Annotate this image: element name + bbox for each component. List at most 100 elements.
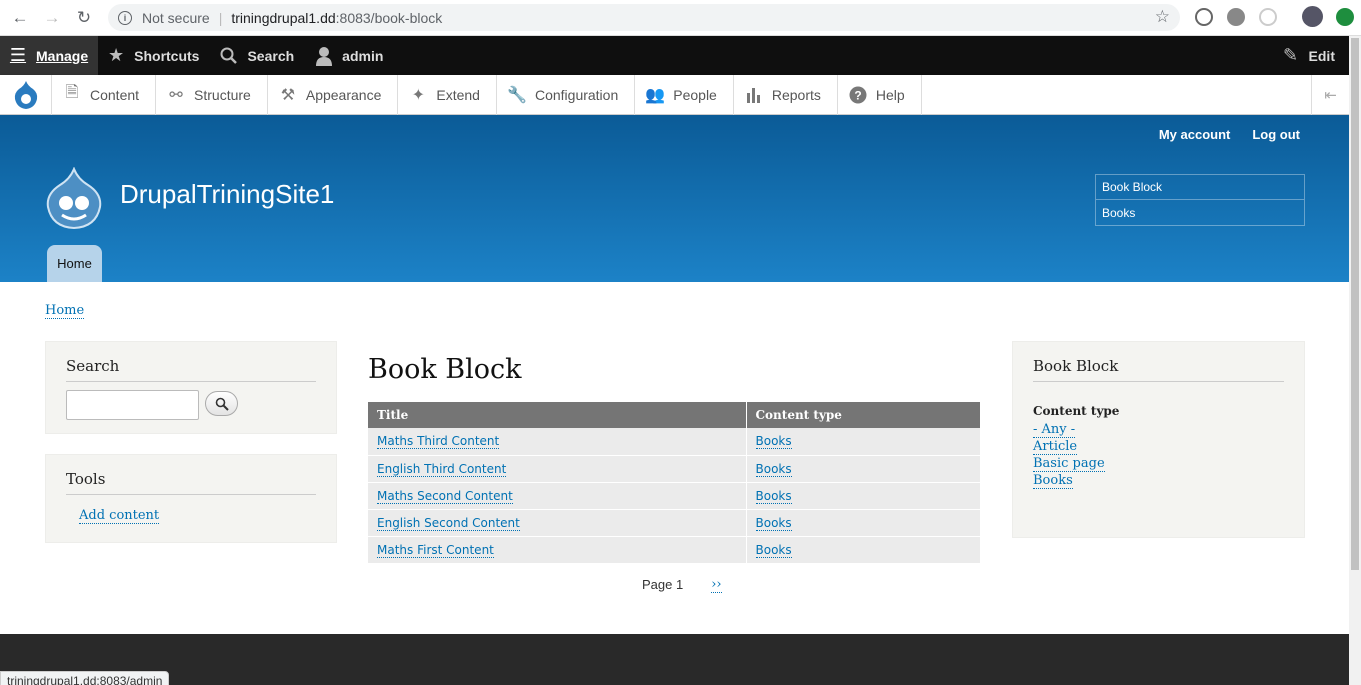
facet-option-article[interactable]: Article (1033, 439, 1078, 455)
search-block: Search (45, 341, 337, 434)
people-icon: 👥 (645, 86, 666, 104)
collapse-toolbar-icon[interactable]: ⇤ (1311, 75, 1349, 115)
facet-option-basic-page[interactable]: Basic page (1033, 456, 1105, 472)
extension-icon[interactable] (1259, 8, 1277, 26)
svg-text:?: ? (854, 88, 861, 102)
tray-item-label: Appearance (305, 86, 382, 103)
pager-current: Page 1 (642, 577, 684, 592)
tray-item-people[interactable]: 👥 People (635, 74, 734, 115)
star-icon: ★ (108, 45, 125, 65)
tray-item-extend[interactable]: ✦ Extend (398, 74, 497, 115)
toolbar-edit[interactable]: ✎ Edit (1281, 36, 1335, 75)
tray-item-label: Content (90, 86, 140, 103)
tray-item-configuration[interactable]: 🔧 Configuration (497, 74, 636, 115)
column-header-title[interactable]: Title (368, 402, 747, 428)
table-row: English Third Content Books (368, 455, 981, 483)
tab-home[interactable]: Home (47, 245, 102, 282)
drupal-logo-icon[interactable] (0, 74, 52, 115)
facet-list: - Any - Article Basic page Books (1033, 421, 1105, 489)
bookmark-star-icon[interactable]: ☆ (1155, 7, 1170, 27)
search-icon (219, 46, 239, 66)
url-separator: | (218, 9, 223, 26)
toolbar-shortcuts[interactable]: ★ Shortcuts (98, 36, 211, 75)
toolbar-shortcuts-label: Shortcuts (134, 47, 200, 64)
content-type-link[interactable]: Books (755, 488, 792, 504)
site-header: My account Log out DrupalTriningSite1 Bo… (0, 115, 1349, 282)
facet-option-books[interactable]: Books (1033, 473, 1073, 489)
pager-next-link[interactable]: ›› (711, 577, 722, 593)
list-item: Books (1033, 472, 1105, 489)
tray-item-structure[interactable]: ⚯ Structure (156, 74, 268, 115)
update-icon[interactable] (1336, 8, 1354, 26)
avatar[interactable] (1302, 6, 1323, 27)
url-text[interactable]: triningdrupal1.dd:8083/book-block (231, 10, 442, 26)
bar-chart-icon (744, 85, 764, 105)
scrollbar[interactable] (1349, 36, 1361, 685)
site-footer (0, 634, 1349, 685)
extension-icon[interactable] (1227, 8, 1245, 26)
tray-item-label: People (673, 86, 717, 103)
facet-option-any[interactable]: - Any - (1033, 422, 1076, 438)
breadcrumb-home-link[interactable]: Home (45, 303, 85, 319)
forward-icon[interactable]: → (40, 6, 64, 30)
node-title-link[interactable]: Maths Third Content (377, 434, 500, 450)
browser-chrome: ← → ↻ i Not secure | triningdrupal1.dd:8… (0, 0, 1361, 36)
search-input[interactable] (66, 390, 199, 420)
table-cell: Maths First Content (368, 536, 747, 564)
status-bar: triningdrupal1.dd:8083/admin (0, 671, 170, 685)
search-block-title: Search (66, 357, 316, 382)
content-type-link[interactable]: Books (755, 542, 792, 558)
facet-block-title: Book Block (1033, 357, 1284, 382)
puzzle-icon: ✦ (411, 86, 426, 104)
address-bar[interactable]: i Not secure | triningdrupal1.dd:8083/bo… (108, 4, 1180, 31)
toolbar-user-label: admin (342, 47, 384, 64)
node-title-link[interactable]: English Third Content (377, 461, 507, 477)
table-row: English Second Content Books (368, 509, 981, 537)
tray-item-label: Configuration (534, 86, 619, 103)
tray-item-label: Extend (436, 86, 480, 103)
tools-block: Tools Add content (45, 454, 337, 543)
table-cell: English Third Content (368, 455, 747, 483)
info-icon[interactable]: i (118, 10, 132, 25)
book-table: Title Content type Maths Third Content B… (368, 402, 981, 564)
table-header-row: Title Content type (368, 402, 981, 428)
facet-block: Book Block Content type - Any - Article … (1012, 341, 1305, 538)
extension-icon[interactable] (1195, 8, 1213, 26)
table-cell: Books (746, 455, 981, 483)
table-row: Maths First Content Books (368, 536, 981, 564)
tray-item-help[interactable]: ? Help (838, 74, 922, 115)
pager: Page 1 ›› (642, 577, 722, 593)
content-type-link[interactable]: Books (755, 434, 792, 450)
tray-item-appearance[interactable]: ⚒ Appearance (268, 74, 399, 115)
scrollbar-thumb[interactable] (1351, 38, 1359, 570)
table-cell: Books (746, 428, 981, 456)
site-logo[interactable] (44, 166, 104, 230)
toolbar-search-label: Search (247, 47, 295, 64)
back-icon[interactable]: ← (8, 6, 32, 30)
node-title-link[interactable]: Maths First Content (377, 542, 494, 558)
my-account-link[interactable]: My account (1159, 127, 1231, 142)
toolbar-manage[interactable]: ☰ Manage (0, 36, 99, 75)
content-type-link[interactable]: Books (755, 461, 792, 477)
node-title-link[interactable]: Maths Second Content (377, 488, 513, 504)
node-title-link[interactable]: English Second Content (377, 515, 520, 531)
reload-icon[interactable]: ↻ (72, 6, 96, 30)
add-content-link[interactable]: Add content (79, 508, 160, 524)
header-menu-block: Book Block Books (1095, 174, 1305, 226)
content-type-link[interactable]: Books (755, 515, 792, 531)
wrench-icon: 🔧 (507, 86, 527, 104)
tray-item-reports[interactable]: Reports (734, 74, 838, 115)
user-icon (314, 46, 334, 66)
table-cell: English Second Content (368, 509, 747, 537)
table-cell: Maths Second Content (368, 482, 747, 510)
header-menu-item-book-block[interactable]: Book Block (1096, 175, 1304, 200)
tray-item-content[interactable]: 🗎 Content (52, 74, 157, 115)
tray-item-label: Structure (194, 86, 251, 103)
toolbar-search[interactable]: Search (211, 36, 306, 75)
header-menu-item-books[interactable]: Books (1096, 200, 1304, 225)
site-name[interactable]: DrupalTriningSite1 (120, 179, 334, 210)
toolbar-user[interactable]: admin (306, 36, 395, 75)
paintbrush-icon: ⚒ (280, 86, 296, 104)
log-out-link[interactable]: Log out (1252, 127, 1300, 142)
search-button[interactable] (205, 391, 238, 416)
